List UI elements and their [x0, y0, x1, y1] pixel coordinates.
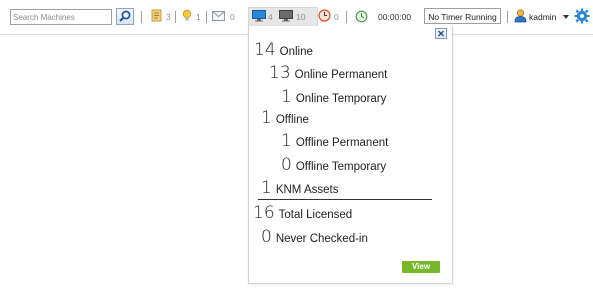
reminders-count: 0	[334, 12, 339, 22]
offline-machines-count: 10	[296, 12, 306, 22]
alerts-count: 1	[196, 12, 201, 22]
summary-label: KNM Assets	[275, 184, 339, 196]
search-machines-input[interactable]	[10, 9, 112, 25]
separator	[346, 11, 347, 23]
summary-value: 13	[269, 63, 291, 83]
summary-divider	[258, 199, 432, 200]
close-icon	[438, 30, 444, 37]
mail-icon[interactable]	[212, 11, 225, 21]
summary-value: 1	[281, 131, 292, 151]
separator	[141, 11, 142, 23]
summary-value: 0	[281, 155, 292, 175]
timer-elapsed: 00:00:00	[378, 12, 412, 22]
notes-icon[interactable]	[151, 9, 163, 23]
notes-count: 3	[166, 12, 171, 22]
summary-value: 16	[253, 203, 275, 223]
summary-value: 14	[254, 40, 276, 60]
summary-row-total-licensed[interactable]: 16 Total Licensed	[253, 203, 352, 223]
summary-row-offline-permanent[interactable]: 1 Offline Permanent	[281, 131, 388, 151]
summary-label: Online Permanent	[294, 69, 388, 81]
mail-count: 0	[230, 12, 235, 22]
summary-label: Offline Temporary	[295, 161, 387, 173]
user-menu[interactable]: kadmin	[529, 9, 556, 25]
clock-icon[interactable]	[318, 9, 331, 22]
chevron-down-icon[interactable]	[563, 15, 569, 19]
lightbulb-icon[interactable]	[182, 9, 192, 23]
summary-row-online-permanent[interactable]: 13 Online Permanent	[269, 63, 387, 83]
close-button[interactable]	[435, 28, 447, 39]
separator	[175, 11, 176, 23]
monitor-icon[interactable]	[252, 10, 266, 22]
summary-value: 1	[281, 87, 292, 107]
gear-icon[interactable]	[574, 8, 590, 24]
summary-label: Never Checked-in	[275, 233, 368, 245]
search-button[interactable]	[116, 8, 134, 25]
summary-row-online-temporary[interactable]: 1 Online Temporary	[281, 87, 386, 107]
user-icon[interactable]	[514, 9, 527, 23]
view-button[interactable]: View	[402, 261, 440, 273]
summary-label: Offline	[275, 114, 309, 126]
summary-row-offline-temporary[interactable]: 0 Offline Temporary	[281, 155, 386, 175]
online-machines-count: 4	[268, 12, 273, 22]
summary-row-knm-assets[interactable]: 1 KNM Assets	[261, 178, 338, 198]
timer-icon[interactable]	[355, 10, 368, 23]
search-icon	[119, 10, 131, 22]
summary-label: Online Temporary	[295, 93, 387, 105]
summary-row-never-checked-in[interactable]: 0 Never Checked-in	[261, 227, 368, 247]
summary-value: 1	[261, 108, 272, 128]
summary-row-online[interactable]: 14 Online	[254, 40, 313, 60]
summary-value: 1	[261, 178, 272, 198]
summary-row-offline[interactable]: 1 Offline	[261, 108, 309, 128]
timer-status-button[interactable]: No Timer Running	[424, 8, 501, 24]
monitor-offline-icon[interactable]	[279, 10, 293, 22]
summary-label: Total Licensed	[278, 209, 353, 221]
separator	[507, 11, 508, 23]
separator	[206, 11, 207, 23]
summary-value: 0	[261, 227, 272, 247]
summary-label: Online	[279, 46, 313, 58]
summary-label: Offline Permanent	[295, 137, 389, 149]
